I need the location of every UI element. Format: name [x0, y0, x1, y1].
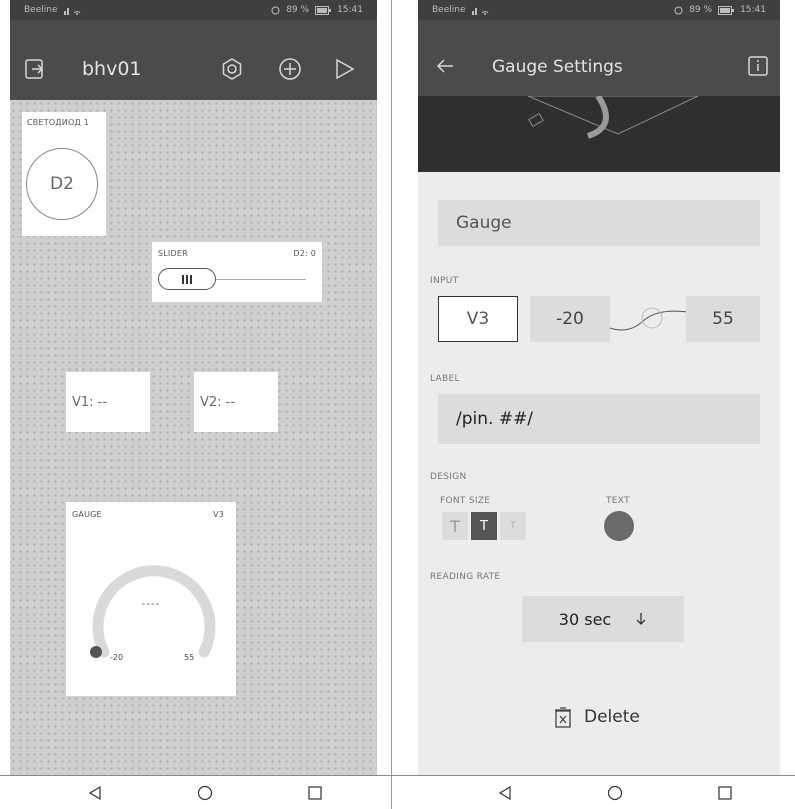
left-screen: Beeline 89 % 15:41 bhv01 СВЕТОДИОД 1 D2 …: [10, 0, 377, 775]
widget-canvas[interactable]: СВЕТОДИОД 1 D2 SLIDER D2: 0 V1: -- V2: -…: [10, 100, 377, 775]
widget-name-field[interactable]: Gauge: [438, 200, 760, 246]
signal-icon: [63, 5, 86, 15]
back-arrow-icon[interactable]: [436, 58, 454, 74]
info-icon[interactable]: [748, 56, 768, 76]
alarm-icon: [674, 6, 683, 15]
gauge-widget[interactable]: GAUGE V3 ---- -20 55: [66, 502, 236, 696]
font-size-small[interactable]: T: [500, 512, 526, 540]
widget-name-value: Gauge: [456, 213, 512, 233]
min-value-field[interactable]: -20: [530, 296, 610, 342]
battery-icon: [315, 5, 332, 15]
font-size-large[interactable]: T: [442, 512, 468, 540]
arrow-down-icon: [635, 612, 647, 626]
gauge-max: 55: [184, 653, 195, 662]
widget-preview-image: [418, 96, 780, 172]
value-display-v2-text: V2: --: [200, 394, 236, 410]
max-value-field[interactable]: 55: [686, 296, 760, 342]
battery-icon: [718, 5, 735, 15]
back-nav-icon[interactable]: [495, 783, 515, 803]
right-nav-bar: [450, 776, 780, 809]
delete-button[interactable]: Delete: [554, 706, 640, 728]
text-color-label: TEXT: [606, 496, 630, 506]
range-connector: [609, 307, 689, 331]
status-bar: Beeline 89 % 15:41: [10, 0, 377, 20]
play-icon[interactable]: [334, 57, 356, 81]
value-display-v2[interactable]: V2: --: [194, 372, 278, 432]
gauge-illustration: [527, 96, 699, 139]
gauge-min: -20: [110, 653, 124, 662]
value-display-v1-text: V1: --: [72, 394, 108, 410]
slider-track[interactable]: [214, 279, 306, 280]
design-section-label: DESIGN: [430, 472, 467, 482]
slider-handle[interactable]: [158, 268, 216, 290]
gauge-value: ----: [141, 599, 161, 610]
input-section-label: INPUT: [430, 276, 459, 286]
label-format-field[interactable]: /pin. ##/: [438, 394, 760, 444]
pin-select[interactable]: V3: [438, 296, 518, 342]
max-value: 55: [712, 309, 734, 329]
right-screen: Beeline 89 % 15:41 Gauge Settings Gauge …: [418, 0, 780, 775]
home-nav-icon[interactable]: [195, 783, 215, 803]
recents-nav-icon[interactable]: [305, 783, 325, 803]
pin-select-value: V3: [466, 309, 490, 329]
value-display-v1[interactable]: V1: --: [66, 372, 150, 432]
back-nav-icon[interactable]: [85, 783, 105, 803]
led-label: СВЕТОДИОД 1: [27, 118, 89, 127]
led-pin: D2: [50, 174, 74, 194]
recents-nav-icon[interactable]: [715, 783, 735, 803]
reading-rate-value: 30 sec: [558, 609, 612, 629]
clock: 15:41: [337, 5, 363, 15]
status-bar: Beeline 89 % 15:41: [418, 0, 780, 20]
project-title: bhv01: [82, 58, 142, 80]
settings-toolbar: Gauge Settings: [418, 20, 780, 96]
settings-title: Gauge Settings: [492, 57, 623, 77]
screenshot-divider: [391, 0, 392, 809]
reading-rate-select[interactable]: 30 sec: [522, 596, 684, 642]
slider-label: SLIDER: [158, 249, 188, 258]
min-value: -20: [556, 309, 584, 329]
reading-rate-section-label: READING RATE: [430, 572, 501, 582]
left-nav-bar: [40, 776, 370, 809]
trash-icon: [554, 706, 572, 728]
label-format-value: /pin. ##/: [456, 409, 534, 429]
settings-icon[interactable]: [220, 57, 244, 81]
home-nav-icon[interactable]: [605, 783, 625, 803]
alarm-icon: [271, 6, 280, 15]
slider-pin: D2: 0: [293, 249, 316, 258]
label-section-label: LABEL: [430, 374, 460, 384]
battery-percent: 89 %: [286, 5, 310, 15]
clock: 15:41: [740, 5, 766, 15]
signal-icon: [471, 5, 494, 15]
battery-percent: 89 %: [689, 5, 713, 15]
text-color-swatch[interactable]: [604, 511, 634, 541]
font-size-label: FONT SIZE: [440, 496, 491, 506]
project-menu-icon[interactable]: [24, 58, 46, 80]
font-size-selector: T T T: [442, 512, 526, 540]
project-toolbar: bhv01: [10, 20, 377, 100]
carrier-name: Beeline: [24, 5, 58, 15]
led-widget[interactable]: СВЕТОДИОД 1 D2: [22, 112, 106, 236]
font-size-medium-selected[interactable]: T: [471, 512, 497, 540]
add-widget-icon[interactable]: [278, 57, 302, 81]
delete-label: Delete: [584, 707, 640, 727]
led-indicator: D2: [26, 148, 98, 220]
carrier-name: Beeline: [432, 5, 466, 15]
slider-widget[interactable]: SLIDER D2: 0: [152, 242, 322, 302]
